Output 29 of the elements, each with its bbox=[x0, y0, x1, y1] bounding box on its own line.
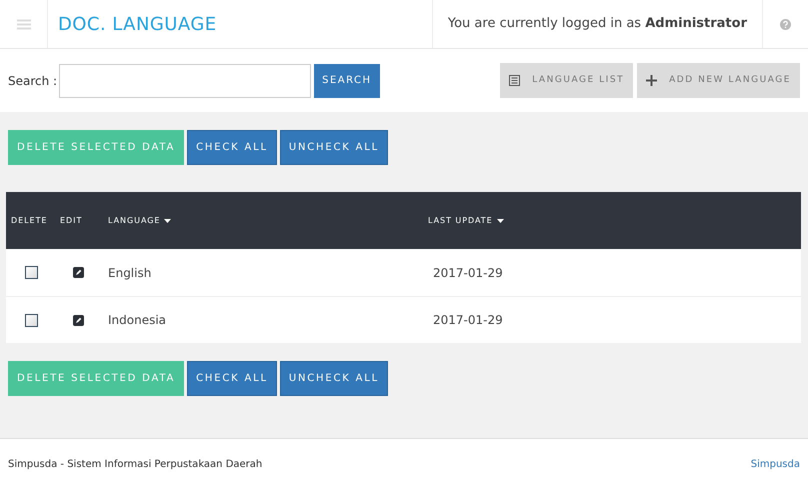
search-field[interactable] bbox=[59, 64, 312, 98]
edit-icon[interactable] bbox=[73, 267, 84, 278]
language-name: English bbox=[108, 266, 152, 280]
sort-caret-icon bbox=[164, 218, 172, 222]
footer-text: Simpusda - Sistem Informasi Perpustakaan Daerah bbox=[8, 458, 262, 472]
column-header[interactable]: LANGUAGE bbox=[108, 214, 428, 226]
column-header[interactable]: LAST UPDATE bbox=[428, 214, 578, 226]
update-date: 2017-01-29 bbox=[433, 266, 503, 280]
action-button[interactable]: UNCHECK ALL bbox=[280, 130, 388, 165]
row-checkbox[interactable] bbox=[25, 314, 38, 326]
column-header: DELETE bbox=[11, 214, 48, 226]
search-label: Search : bbox=[8, 72, 58, 90]
toolbar-button[interactable]: ADD NEW LANGUAGE bbox=[637, 63, 800, 98]
action-button[interactable]: UNCHECK ALL bbox=[280, 361, 388, 396]
page-title: DOC. LANGUAGE bbox=[58, 12, 217, 36]
footer-link[interactable]: Simpusda bbox=[750, 457, 800, 472]
action-button[interactable]: CHECK ALL bbox=[187, 130, 277, 165]
list-icon bbox=[509, 75, 520, 86]
row-checkbox[interactable] bbox=[25, 266, 38, 279]
plus-icon bbox=[646, 75, 658, 86]
toolbar-button[interactable]: LANGUAGE LIST bbox=[500, 63, 634, 98]
update-date: 2017-01-29 bbox=[433, 313, 503, 327]
search-button[interactable]: SEARCH bbox=[314, 64, 380, 98]
login-status: You are currently logged in as Administrator bbox=[448, 15, 747, 34]
column-header: EDIT bbox=[60, 214, 84, 226]
action-button[interactable]: CHECK ALL bbox=[187, 361, 277, 396]
edit-icon[interactable] bbox=[73, 314, 84, 326]
sort-caret-icon bbox=[496, 218, 504, 222]
language-name: Indonesia bbox=[108, 313, 166, 327]
